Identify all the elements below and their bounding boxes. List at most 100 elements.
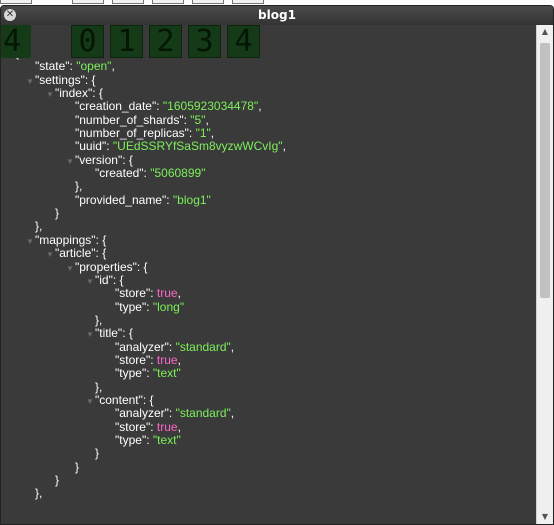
json-line: ▼"article": { — [15, 246, 535, 261]
json-key: "version" — [75, 152, 123, 167]
json-punctuation: : — [188, 126, 196, 141]
collapse-toggle-icon[interactable]: ▼ — [85, 328, 95, 341]
collapse-toggle-icon[interactable]: ▼ — [45, 248, 55, 261]
background-button-stub — [232, 0, 264, 4]
json-key: "type" — [115, 366, 147, 381]
json-punctuation: : — [146, 299, 153, 314]
json-key: "store" — [115, 352, 151, 367]
json-viewer-dialog: ✕ blog1 {"state": "open",▼"settings": {▼… — [0, 5, 554, 525]
json-punctuation: } — [95, 446, 100, 461]
overlay-digit: 2 — [149, 25, 182, 58]
json-line: "creation_date": "1605923034478", — [15, 100, 535, 113]
json-punctuation: : { — [112, 272, 124, 287]
json-key: "analyzer" — [115, 339, 169, 354]
dialog-titlebar[interactable]: ✕ blog1 — [1, 6, 553, 25]
overlay-digit: 1 — [110, 25, 143, 58]
json-line: }, — [15, 487, 535, 500]
json-line: "provided_name": "blog1" — [15, 192, 535, 207]
json-line: }, — [15, 313, 535, 327]
json-line: "number_of_shards": "5", — [15, 113, 535, 127]
collapse-toggle-icon[interactable]: ▼ — [65, 262, 75, 275]
json-key: "uuid" — [75, 139, 107, 154]
json-punctuation: : { — [142, 392, 154, 407]
json-punctuation: } — [75, 459, 80, 474]
json-tree: {"state": "open",▼"settings": {▼"index":… — [1, 42, 535, 501]
json-punctuation: : — [150, 352, 157, 367]
json-line: } — [15, 473, 535, 487]
json-punctuation: }, — [35, 486, 43, 501]
vertical-scrollbar[interactable]: ▲ ▼ — [536, 25, 553, 524]
json-string-value: "1" — [195, 126, 211, 141]
json-line: }, — [15, 180, 535, 193]
json-line: ▼"id": { — [15, 272, 535, 288]
json-line: "created": "5060899" — [15, 166, 535, 181]
scrollbar-thumb[interactable] — [540, 43, 550, 298]
json-line: "number_of_replicas": "1", — [15, 126, 535, 141]
json-line: }, — [15, 220, 535, 233]
overlay-digit: 3 — [188, 25, 221, 58]
overlay-digit-row: 01234 — [71, 25, 260, 58]
collapse-toggle-icon[interactable]: ▼ — [25, 75, 35, 88]
background-button-stub — [152, 0, 184, 4]
collapse-toggle-icon[interactable]: ▼ — [85, 395, 95, 408]
json-key: "id" — [95, 272, 113, 287]
json-punctuation: , — [258, 99, 262, 114]
background-button-stub — [112, 0, 144, 4]
dialog-title: blog1 — [258, 8, 296, 22]
json-punctuation: }, — [95, 379, 103, 394]
json-punctuation: : — [146, 432, 153, 447]
json-line: ▼"version": { — [15, 152, 535, 168]
json-punctuation: , — [177, 419, 181, 434]
json-punctuation: : { — [122, 152, 133, 167]
json-scroll-area[interactable]: {"state": "open",▼"settings": {▼"index":… — [1, 42, 535, 524]
json-string-value: "UEdSSRYfSaSm8vyzwWCvIg" — [112, 139, 283, 154]
json-line: "store": true, — [15, 352, 535, 367]
json-line: } — [15, 206, 535, 220]
json-line: ▼"mappings": { — [15, 233, 535, 248]
json-punctuation: : — [166, 192, 173, 207]
json-punctuation: : — [146, 366, 153, 381]
json-punctuation: , — [111, 59, 115, 74]
json-punctuation: : { — [136, 259, 148, 274]
json-key: "article" — [55, 246, 96, 261]
collapse-toggle-icon[interactable]: ▼ — [45, 88, 55, 101]
background-button-stub — [0, 0, 32, 4]
json-punctuation: , — [177, 286, 181, 301]
json-line: "type": "long" — [15, 299, 535, 314]
json-punctuation: , — [177, 352, 181, 367]
collapse-toggle-icon[interactable]: ▼ — [25, 235, 35, 248]
json-key: "state" — [35, 59, 70, 74]
json-key: "creation_date" — [75, 99, 157, 114]
scroll-down-arrow-icon[interactable]: ▼ — [537, 510, 553, 524]
json-line: "state": "open", — [15, 60, 535, 73]
json-key: "store" — [115, 286, 151, 301]
json-punctuation: : — [150, 419, 157, 434]
json-line: "analyzer": "standard", — [15, 339, 535, 354]
json-line: ▼"properties": { — [15, 259, 535, 275]
json-string-value: "blog1" — [172, 192, 211, 207]
json-string-value: "standard" — [175, 406, 231, 421]
overlay-digit: 0 — [71, 25, 104, 58]
json-punctuation: }, — [35, 219, 43, 234]
json-string-value: "standard" — [175, 339, 231, 354]
json-punctuation: : — [106, 139, 113, 154]
json-line: "type": "text" — [15, 367, 535, 380]
json-string-value: "1605923034478" — [162, 99, 259, 114]
collapse-toggle-icon[interactable]: ▼ — [65, 155, 75, 168]
json-line: } — [15, 459, 535, 474]
json-key: "created" — [95, 166, 144, 181]
json-line: ▼"title": { — [15, 327, 535, 340]
json-key: "content" — [95, 392, 143, 407]
json-punctuation: , — [230, 406, 235, 421]
json-key: "properties" — [75, 259, 137, 274]
close-icon[interactable]: ✕ — [4, 9, 16, 21]
background-button-stub — [72, 0, 104, 4]
scroll-up-arrow-icon[interactable]: ▲ — [537, 25, 553, 39]
json-punctuation: : — [168, 339, 176, 354]
json-punctuation: , — [210, 126, 215, 141]
json-line: ▼"settings": { — [15, 73, 535, 88]
json-boolean-value: true — [156, 286, 178, 301]
json-key: "provided_name" — [75, 192, 167, 207]
collapse-toggle-icon[interactable]: ▼ — [85, 275, 95, 288]
json-string-value: "text" — [152, 432, 181, 447]
